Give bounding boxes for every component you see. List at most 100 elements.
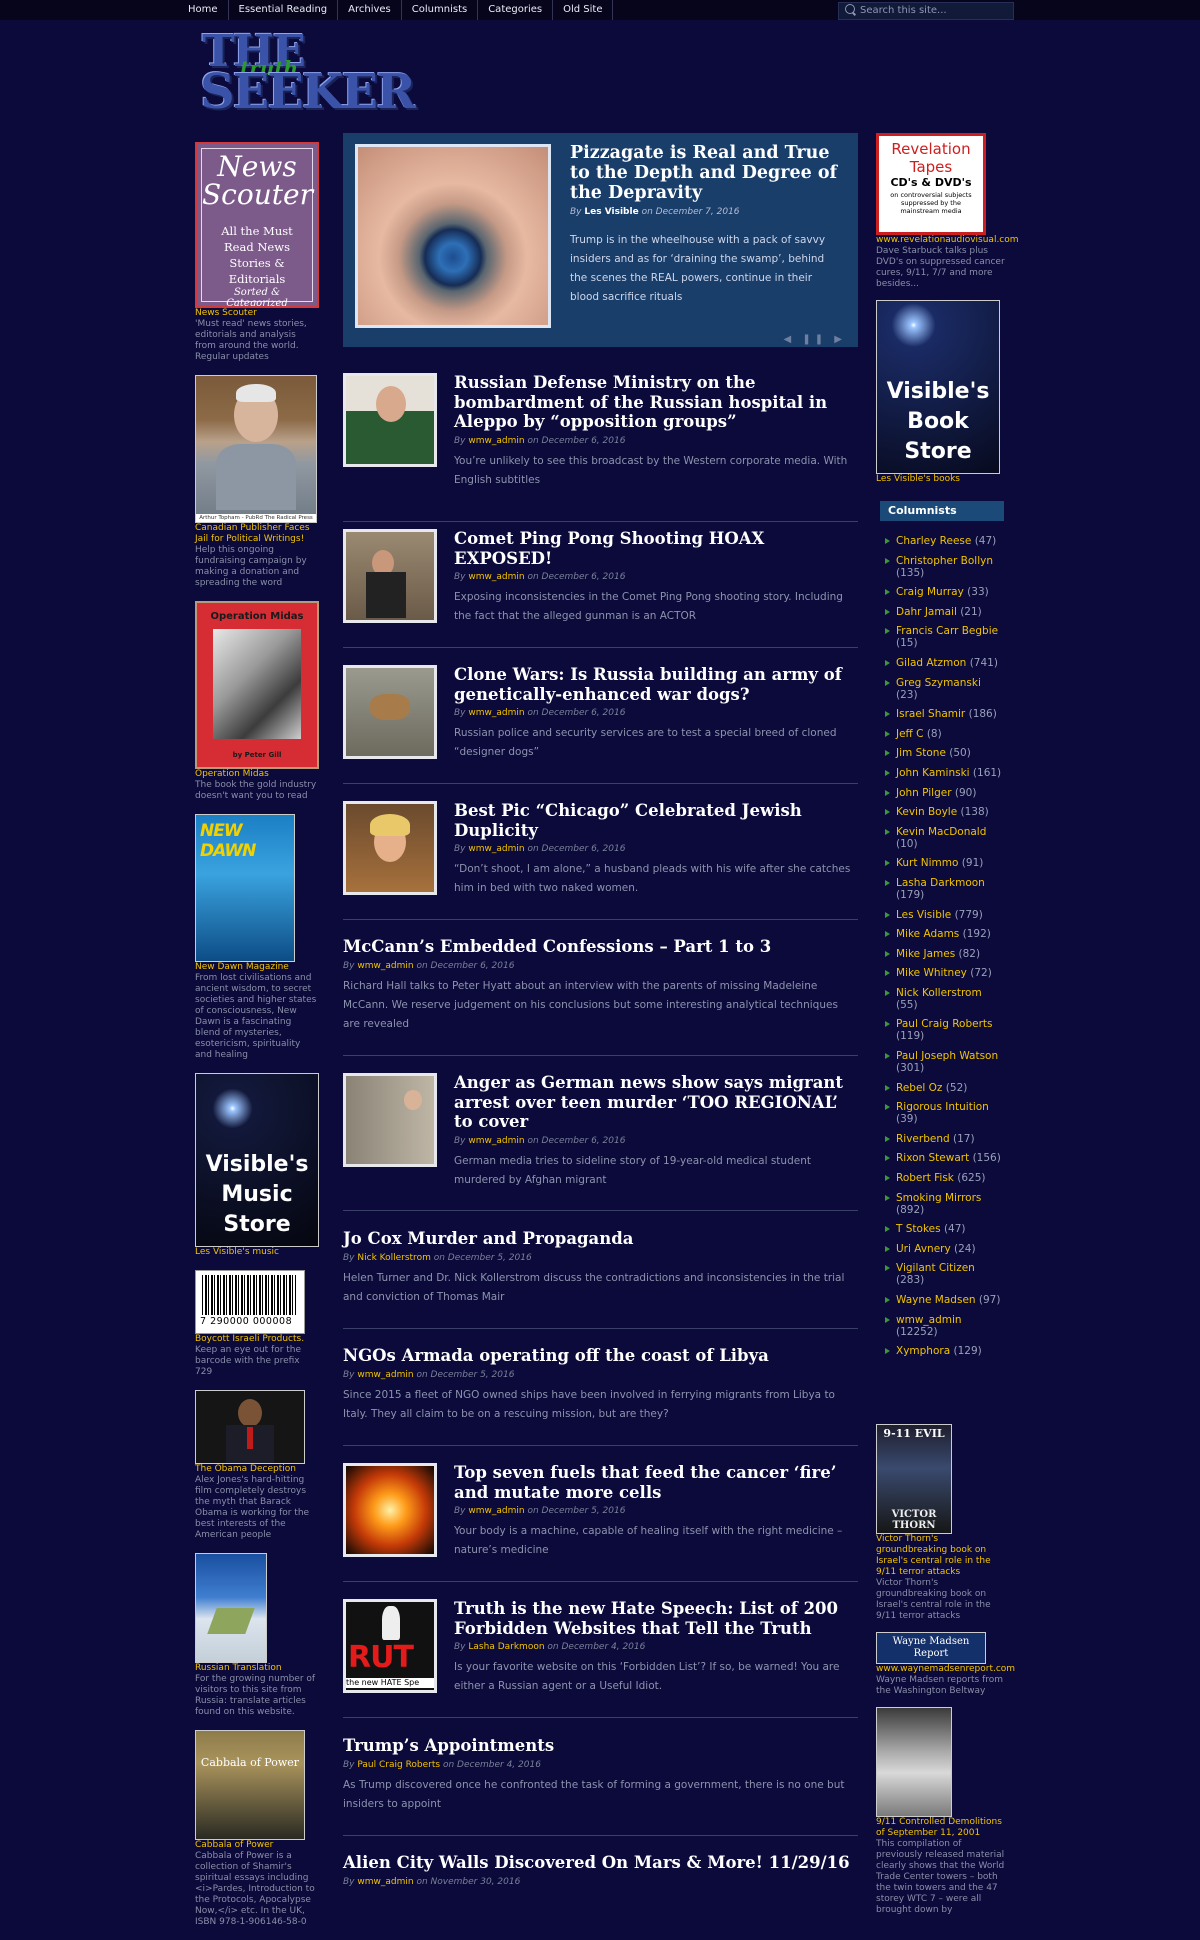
ad-obama-deception[interactable]: The Obama Deception Alex Jones's hard-hi… — [195, 1390, 317, 1541]
news-scouter-banner[interactable]: News Scouter All the Must Read News Stor… — [195, 142, 319, 308]
ad-caption[interactable]: Boycott Israeli Products. — [195, 1334, 317, 1345]
post-author[interactable]: wmw_admin — [468, 572, 524, 582]
barcode-image[interactable]: 7 290000 000008 — [195, 1270, 305, 1334]
columnist-name[interactable]: Israel Shamir — [896, 708, 965, 720]
featured-slider[interactable]: Pizzagate is Real and True to the Depth … — [343, 133, 858, 347]
post-thumbnail[interactable] — [343, 373, 437, 467]
nav-categories[interactable]: Categories — [478, 0, 554, 20]
columnist-name[interactable]: Vigilant Citizen — [896, 1262, 975, 1274]
columnist-name[interactable]: Jim Stone — [896, 747, 946, 759]
post-author[interactable]: wmw_admin — [468, 1506, 524, 1516]
ad-canadian-publisher[interactable]: Arthur Topham - PubRd The Radical Press … — [195, 375, 317, 589]
post-author[interactable]: Paul Craig Roberts — [357, 1760, 440, 1770]
ad-news-scouter[interactable]: News Scouter All the Must Read News Stor… — [195, 142, 319, 363]
operation-midas-cover[interactable]: Operation Midas by Peter Gill — [195, 601, 319, 769]
columnist-name[interactable]: Lasha Darkmoon — [896, 877, 985, 889]
columnist-name[interactable]: Kevin MacDonald — [896, 826, 986, 838]
columnist-name[interactable]: Kevin Boyle — [896, 806, 957, 818]
ad-911-evil[interactable]: 9-11 EVIL VICTOR THORN Victor Thorn's gr… — [876, 1424, 1006, 1622]
ad-caption[interactable]: Canadian Publisher Faces Jail for Politi… — [195, 523, 317, 545]
nav-home[interactable]: Home — [180, 0, 229, 20]
ad-book-store[interactable]: Visible's Book Store Les Visible's books — [876, 300, 1006, 485]
ad-cabbala-of-power[interactable]: Cabbala of Power Cabbala of Power Cabbal… — [195, 1730, 317, 1928]
nav-old-site[interactable]: Old Site — [553, 0, 614, 20]
obama-deception-image[interactable] — [195, 1390, 305, 1464]
revelation-tapes-banner[interactable]: Revelation Tapes CD's & DVD's on controv… — [876, 133, 986, 235]
nav-essential-reading[interactable]: Essential Reading — [229, 0, 339, 20]
columnist-name[interactable]: Mike James — [896, 948, 955, 960]
post-title[interactable]: Alien City Walls Discovered On Mars & Mo… — [343, 1853, 858, 1873]
ad-caption[interactable]: Russian Translation — [195, 1663, 317, 1674]
ad-boycott-israel[interactable]: 7 290000 000008 Boycott Israeli Products… — [195, 1270, 317, 1378]
new-dawn-cover[interactable]: NEW DAWN — [195, 814, 295, 962]
columnist-name[interactable]: Nick Kollerstrom — [896, 987, 982, 999]
wayne-madsen-banner[interactable]: Wayne Madsen Report — [876, 1632, 986, 1664]
ad-caption[interactable]: Operation Midas — [195, 769, 317, 780]
columnist-name[interactable]: Greg Szymanski — [896, 677, 981, 689]
columnist-name[interactable]: Rigorous Intuition — [896, 1101, 989, 1113]
post-title[interactable]: Truth is the new Hate Speech: List of 20… — [454, 1599, 858, 1638]
post-author[interactable]: wmw_admin — [357, 1370, 413, 1380]
columnist-name[interactable]: John Kaminski — [896, 767, 970, 779]
ad-caption[interactable]: Les Visible's books — [876, 474, 1006, 485]
search-input[interactable]: Search this site... — [838, 2, 1014, 20]
columnist-name[interactable]: Uri Avnery — [896, 1243, 951, 1255]
ad-caption[interactable]: New Dawn Magazine — [195, 962, 317, 973]
post-title[interactable]: Comet Ping Pong Shooting HOAX EXPOSED! — [454, 529, 858, 568]
columnist-name[interactable]: Kurt Nimmo — [896, 857, 958, 869]
book-store-banner[interactable]: Visible's Book Store — [876, 300, 1000, 474]
columnist-name[interactable]: T Stokes — [896, 1223, 941, 1235]
columnist-name[interactable]: John Pilger — [896, 787, 952, 799]
columnist-name[interactable]: Paul Joseph Watson — [896, 1050, 998, 1062]
slider-controls[interactable]: ◀ ❚❚ ▶ — [784, 334, 847, 345]
ad-caption[interactable]: 9/11 Controlled Demolitions of September… — [876, 1817, 1006, 1839]
russian-translation-cover[interactable] — [195, 1553, 267, 1663]
site-logo[interactable]: THE truth SEEKER — [200, 26, 416, 120]
columnist-name[interactable]: Paul Craig Roberts — [896, 1018, 992, 1030]
columnist-name[interactable]: Rebel Oz — [896, 1082, 942, 1094]
post-thumbnail[interactable] — [343, 1073, 437, 1167]
ad-caption[interactable]: www.waynemadsenreport.com — [876, 1664, 1015, 1675]
ad-caption[interactable]: Cabbala of Power — [195, 1840, 317, 1851]
columnist-name[interactable]: Smoking Mirrors — [896, 1192, 981, 1204]
columnist-name[interactable]: Gilad Atzmon — [896, 657, 966, 669]
post-thumbnail[interactable] — [343, 801, 437, 895]
post-title[interactable]: Jo Cox Murder and Propaganda — [343, 1229, 858, 1249]
columnist-name[interactable]: Craig Murray — [896, 586, 964, 598]
cabbala-cover[interactable]: Cabbala of Power — [195, 1730, 305, 1840]
columnist-name[interactable]: Mike Adams — [896, 928, 959, 940]
arthur-topham-photo[interactable]: Arthur Topham - PubRd The Radical Press — [195, 375, 317, 523]
post-author[interactable]: wmw_admin — [357, 961, 413, 971]
columnist-name[interactable]: wmw_admin — [896, 1314, 962, 1326]
post-title[interactable]: Russian Defense Ministry on the bombardm… — [454, 373, 858, 432]
post-title[interactable]: NGOs Armada operating off the coast of L… — [343, 1346, 858, 1366]
post-title[interactable]: Best Pic “Chicago” Celebrated Jewish Dup… — [454, 801, 858, 840]
nav-columnists[interactable]: Columnists — [402, 0, 479, 20]
911-evil-cover[interactable]: 9-11 EVIL VICTOR THORN — [876, 1424, 952, 1534]
post-thumbnail[interactable] — [343, 665, 437, 759]
ad-music-store[interactable]: Visible's Music Store Les Visible's musi… — [195, 1073, 319, 1258]
ad-wayne-madsen[interactable]: Wayne Madsen Report www.waynemadsenrepor… — [876, 1632, 1015, 1697]
featured-author[interactable]: Les Visible — [584, 207, 638, 217]
columnist-name[interactable]: Robert Fisk — [896, 1172, 954, 1184]
post-author[interactable]: Nick Kollerstrom — [357, 1253, 430, 1263]
post-title[interactable]: Top seven fuels that feed the cancer ‘fi… — [454, 1463, 858, 1502]
ad-new-dawn[interactable]: NEW DAWN New Dawn Magazine From lost civ… — [195, 814, 317, 1061]
post-title[interactable]: Trump’s Appointments — [343, 1736, 858, 1756]
music-store-banner[interactable]: Visible's Music Store — [195, 1073, 319, 1247]
ad-controlled-demolitions[interactable]: 9/11 Controlled Demolitions of September… — [876, 1707, 1006, 1916]
featured-eye-image[interactable] — [355, 144, 551, 328]
post-thumbnail[interactable]: RUT the new HATE Spe — [343, 1599, 437, 1693]
columnist-name[interactable]: Wayne Madsen — [896, 1294, 976, 1306]
columnist-name[interactable]: Les Visible — [896, 909, 951, 921]
ad-caption[interactable]: Les Visible's music — [195, 1247, 317, 1258]
featured-title[interactable]: Pizzagate is Real and True to the Depth … — [570, 143, 850, 203]
ad-caption[interactable]: Victor Thorn's groundbreaking book on Is… — [876, 1534, 1006, 1578]
post-author[interactable]: wmw_admin — [468, 708, 524, 718]
ad-caption[interactable]: News Scouter — [195, 308, 317, 319]
post-author[interactable]: Lasha Darkmoon — [468, 1642, 544, 1652]
post-author[interactable]: wmw_admin — [468, 844, 524, 854]
post-author[interactable]: wmw_admin — [468, 1136, 524, 1146]
columnist-name[interactable]: Dahr Jamail — [896, 606, 957, 618]
nav-archives[interactable]: Archives — [338, 0, 402, 20]
